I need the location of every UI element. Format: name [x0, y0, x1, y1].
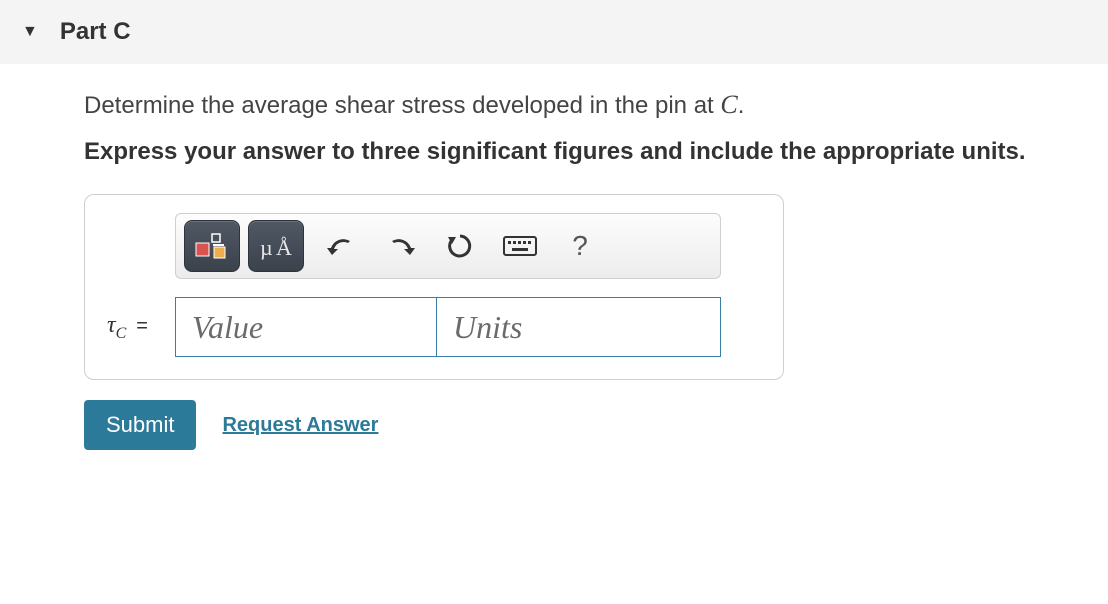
variable-tau: τ [107, 312, 116, 338]
part-title: Part C [60, 18, 131, 46]
collapse-icon[interactable]: ▼ [22, 23, 38, 41]
redo-icon [385, 231, 415, 261]
symbols-button[interactable]: µ Å [248, 220, 304, 272]
question-prompt: Determine the average shear stress devel… [84, 90, 1108, 120]
help-icon: ? [572, 230, 588, 262]
request-answer-link[interactable]: Request Answer [222, 414, 378, 437]
templates-button[interactable] [184, 220, 240, 272]
redo-button[interactable] [372, 220, 428, 272]
units-input[interactable]: Units [437, 297, 721, 357]
undo-button[interactable] [312, 220, 368, 272]
part-header[interactable]: ▼ Part C [0, 0, 1108, 64]
svg-text:µ: µ [260, 235, 273, 260]
instructions: Express your answer to three significant… [84, 138, 1108, 166]
svg-text:Å: Å [276, 235, 292, 260]
help-button[interactable]: ? [552, 220, 608, 272]
prompt-text-after: . [738, 92, 745, 119]
variable-label: τC = [107, 312, 167, 343]
reset-icon [445, 231, 475, 261]
reset-button[interactable] [432, 220, 488, 272]
units-placeholder-text: Units [453, 309, 522, 346]
templates-icon [192, 229, 232, 263]
prompt-variable: C [720, 90, 737, 119]
keyboard-icon [503, 234, 537, 258]
prompt-text-before: Determine the average shear stress devel… [84, 92, 720, 119]
variable-subscript: C [116, 324, 127, 341]
equals-sign: = [136, 315, 148, 337]
answer-row: τC = Value Units [107, 297, 761, 357]
value-placeholder-text: Value [192, 309, 263, 346]
keyboard-button[interactable] [492, 220, 548, 272]
undo-icon [325, 231, 355, 261]
submit-button[interactable]: Submit [84, 400, 196, 450]
answer-box: µ Å [84, 194, 784, 380]
value-input[interactable]: Value [175, 297, 437, 357]
equation-toolbar: µ Å [175, 213, 721, 279]
symbols-icon: µ Å [256, 229, 296, 263]
actions-row: Submit Request Answer [84, 400, 1108, 450]
content: Determine the average shear stress devel… [0, 64, 1108, 450]
